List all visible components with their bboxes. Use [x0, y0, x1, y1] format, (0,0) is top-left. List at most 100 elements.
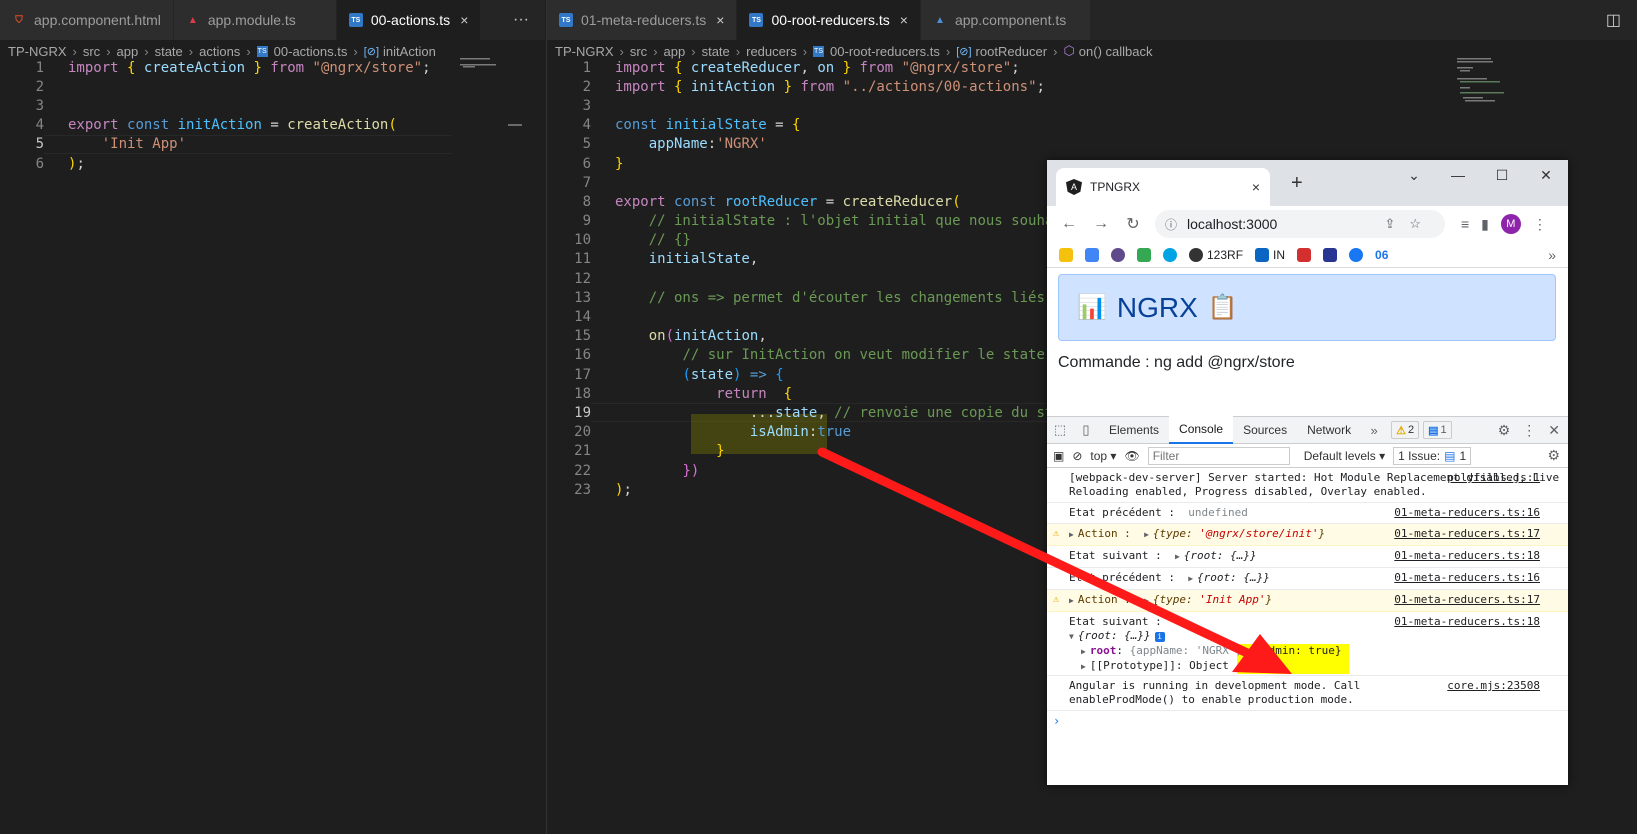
avatar[interactable]: M	[1500, 214, 1521, 234]
breadcrumb-item[interactable]: 00-actions.ts	[274, 44, 348, 59]
bookmark-item[interactable]	[1111, 247, 1125, 262]
address-bar[interactable]: ⓘ localhost:3000 ⇪☆	[1155, 210, 1445, 238]
media-control-icon[interactable]: ≡	[1461, 216, 1469, 232]
warnings-badge[interactable]: ⚠ 2	[1391, 421, 1420, 439]
settings-gear-icon[interactable]: ⚙	[1498, 422, 1511, 439]
bookmark-item[interactable]: 123RF	[1189, 247, 1243, 262]
source-link[interactable]: 01-meta-reducers.ts:18	[1394, 549, 1540, 563]
inspect-element-icon[interactable]: ⬚	[1047, 422, 1073, 438]
breadcrumb-item[interactable]: src	[83, 44, 100, 59]
new-tab-button[interactable]: +	[1291, 172, 1303, 195]
close-devtools-icon[interactable]: ✕	[1548, 422, 1560, 439]
source-link[interactable]: 01-meta-reducers.ts:18	[1394, 615, 1540, 629]
breadcrumb-item[interactable]: actions	[199, 44, 240, 59]
menu-kebab-icon[interactable]: ⋮	[1533, 216, 1547, 233]
breadcrumb-item[interactable]: reducers	[746, 44, 797, 59]
devtools-menu-icon[interactable]: ⋮	[1522, 422, 1536, 439]
bookmark-item[interactable]	[1085, 247, 1099, 262]
bookmark-item[interactable]: 06	[1375, 248, 1388, 262]
console-message: polyfills.js:1 [webpack-dev-server] Serv…	[1047, 468, 1568, 503]
source-link[interactable]: core.mjs:23508	[1447, 679, 1540, 693]
reload-icon[interactable]: ↻	[1119, 214, 1147, 234]
messages-badge[interactable]: ▤ 1	[1423, 421, 1452, 439]
tab-sources[interactable]: Sources	[1233, 416, 1297, 444]
close-window-icon[interactable]: ✕	[1524, 160, 1568, 190]
eye-icon[interactable]: 👁	[1124, 449, 1139, 463]
close-tab-icon[interactable]: ×	[716, 12, 724, 28]
side-panel-icon[interactable]: ▮	[1481, 216, 1489, 233]
tab-00-root-reducers-ts[interactable]: TS 00-root-reducers.ts ×	[737, 0, 921, 40]
breadcrumb-item[interactable]: app	[117, 44, 139, 59]
bookmarks-overflow-icon[interactable]: »	[1548, 247, 1556, 263]
bookmark-item[interactable]	[1323, 247, 1338, 262]
expand-triangle-icon[interactable]: ▶	[1081, 647, 1086, 656]
tab-label: app.component.ts	[954, 12, 1067, 28]
browser-tab[interactable]: A TPNGRX ×	[1056, 168, 1270, 206]
breadcrumb-item[interactable]: TP-NGRX	[555, 44, 614, 59]
console-settings-icon[interactable]: ⚙	[1547, 447, 1568, 464]
log-levels-dropdown[interactable]: Default levels ▾	[1304, 449, 1385, 463]
bookmark-item[interactable]	[1349, 247, 1364, 262]
breadcrumb-item[interactable]: initAction	[383, 44, 436, 59]
console-prompt[interactable]: ›	[1047, 711, 1568, 731]
tab-network[interactable]: Network	[1297, 416, 1361, 444]
site-info-icon[interactable]: ⓘ	[1165, 216, 1177, 233]
source-link[interactable]: 01-meta-reducers.ts:16	[1394, 571, 1540, 585]
collapse-triangle-icon[interactable]: ▼	[1069, 632, 1074, 641]
tab-app-component-html[interactable]: ⛉ app.component.html	[0, 0, 174, 40]
close-tab-icon[interactable]: ×	[900, 12, 908, 28]
source-link[interactable]: 01-meta-reducers.ts:16	[1394, 506, 1540, 520]
more-tabs-icon[interactable]: »	[1361, 423, 1387, 438]
source-link[interactable]: 01-meta-reducers.ts:17	[1394, 593, 1540, 607]
source-link[interactable]: polyfills.js:1	[1447, 471, 1540, 485]
expand-triangle-icon[interactable]: ▶	[1188, 574, 1193, 583]
breadcrumb-item[interactable]: state	[155, 44, 183, 59]
tab-elements[interactable]: Elements	[1099, 416, 1169, 444]
expand-triangle-icon[interactable]: ▶	[1144, 530, 1149, 539]
breadcrumb-item[interactable]: state	[702, 44, 730, 59]
sidebar-toggle-icon[interactable]: ▣	[1053, 449, 1064, 463]
tab-00-actions-ts[interactable]: TS 00-actions.ts ×	[336, 0, 482, 40]
issues-button[interactable]: 1 Issue: ▤ 1	[1393, 446, 1472, 465]
minimize-icon[interactable]: —	[1436, 160, 1480, 190]
breadcrumb-item[interactable]: src	[630, 44, 647, 59]
breadcrumb-item[interactable]: TP-NGRX	[8, 44, 67, 59]
tab-app-component-ts[interactable]: ▲ app.component.ts	[920, 0, 1092, 40]
context-selector[interactable]: top ▾	[1090, 449, 1116, 463]
breadcrumb-item[interactable]: app	[664, 44, 686, 59]
bookmark-item[interactable]: IN	[1255, 247, 1285, 262]
split-editor-icon[interactable]: ◫	[1606, 10, 1621, 30]
tab-console[interactable]: Console	[1169, 416, 1234, 444]
maximize-icon[interactable]: ☐	[1480, 160, 1524, 190]
expand-triangle-icon[interactable]: ▶	[1069, 530, 1074, 539]
device-toolbar-icon[interactable]: ▯	[1073, 422, 1099, 438]
share-icon[interactable]: ⇪	[1384, 216, 1409, 231]
bookmark-item[interactable]	[1137, 247, 1151, 262]
close-tab-icon[interactable]: ×	[460, 12, 468, 28]
bookmark-item[interactable]	[1297, 247, 1312, 262]
more-actions-icon[interactable]: ···	[513, 11, 529, 29]
tab-search-icon[interactable]: ⌄	[1392, 160, 1436, 190]
expand-triangle-icon[interactable]: ▶	[1175, 552, 1180, 561]
minimap[interactable]	[1457, 58, 1517, 128]
bookmark-star-icon[interactable]: ☆	[1409, 216, 1435, 231]
tab-01-meta-reducers-ts[interactable]: TS 01-meta-reducers.ts ×	[547, 0, 738, 40]
filter-input[interactable]: Filter	[1147, 446, 1290, 465]
bookmark-item[interactable]	[1059, 247, 1073, 262]
bookmark-item[interactable]	[1163, 247, 1177, 262]
source-link[interactable]: 01-meta-reducers.ts:17	[1394, 527, 1540, 541]
info-icon[interactable]: i	[1154, 632, 1165, 642]
expand-triangle-icon[interactable]: ▶	[1069, 596, 1074, 605]
back-icon[interactable]: ←	[1055, 215, 1083, 233]
tab-app-module-ts[interactable]: ▲ app.module.ts	[173, 0, 337, 40]
expand-triangle-icon[interactable]: ▶	[1081, 662, 1086, 671]
breadcrumb-item[interactable]: rootReducer	[976, 44, 1048, 59]
breadcrumb-item[interactable]: on() callback	[1079, 44, 1153, 59]
forward-icon[interactable]: →	[1087, 215, 1115, 233]
expand-triangle-icon[interactable]: ▶	[1144, 596, 1149, 605]
clear-console-icon[interactable]: ⊘	[1072, 449, 1082, 463]
breadcrumb-item[interactable]: 00-root-reducers.ts	[830, 44, 940, 59]
line-number: 15	[574, 328, 591, 345]
minimap[interactable]	[460, 58, 520, 128]
close-tab-icon[interactable]: ×	[1252, 179, 1260, 195]
